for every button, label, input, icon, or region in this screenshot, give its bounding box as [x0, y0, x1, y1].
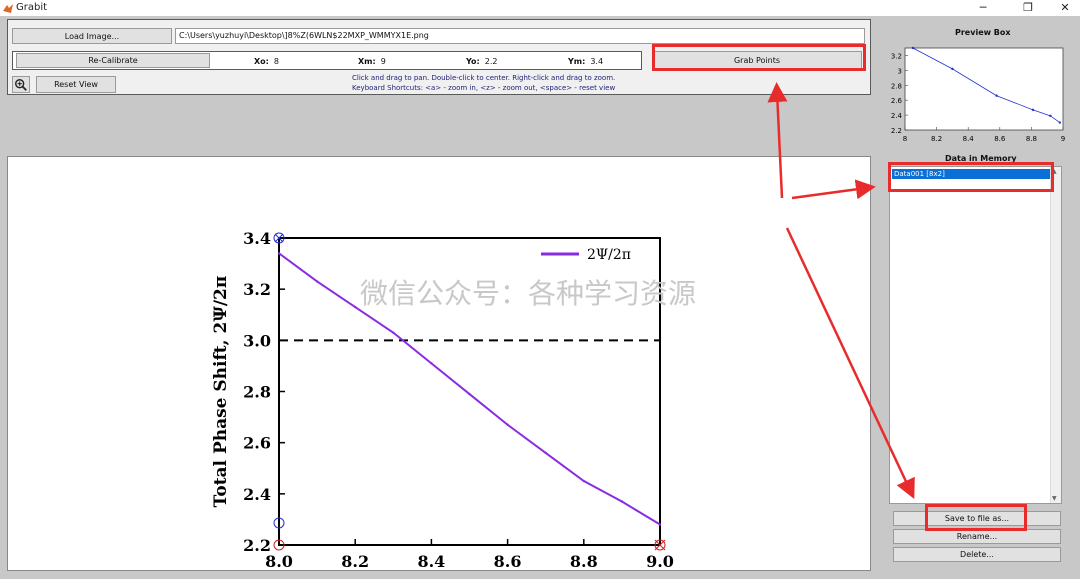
annotation-arrows [767, 82, 915, 500]
arrow-to-memory-list [791, 179, 876, 200]
arrow-to-save-button [785, 227, 915, 500]
arrow-to-grab-points [767, 82, 788, 199]
